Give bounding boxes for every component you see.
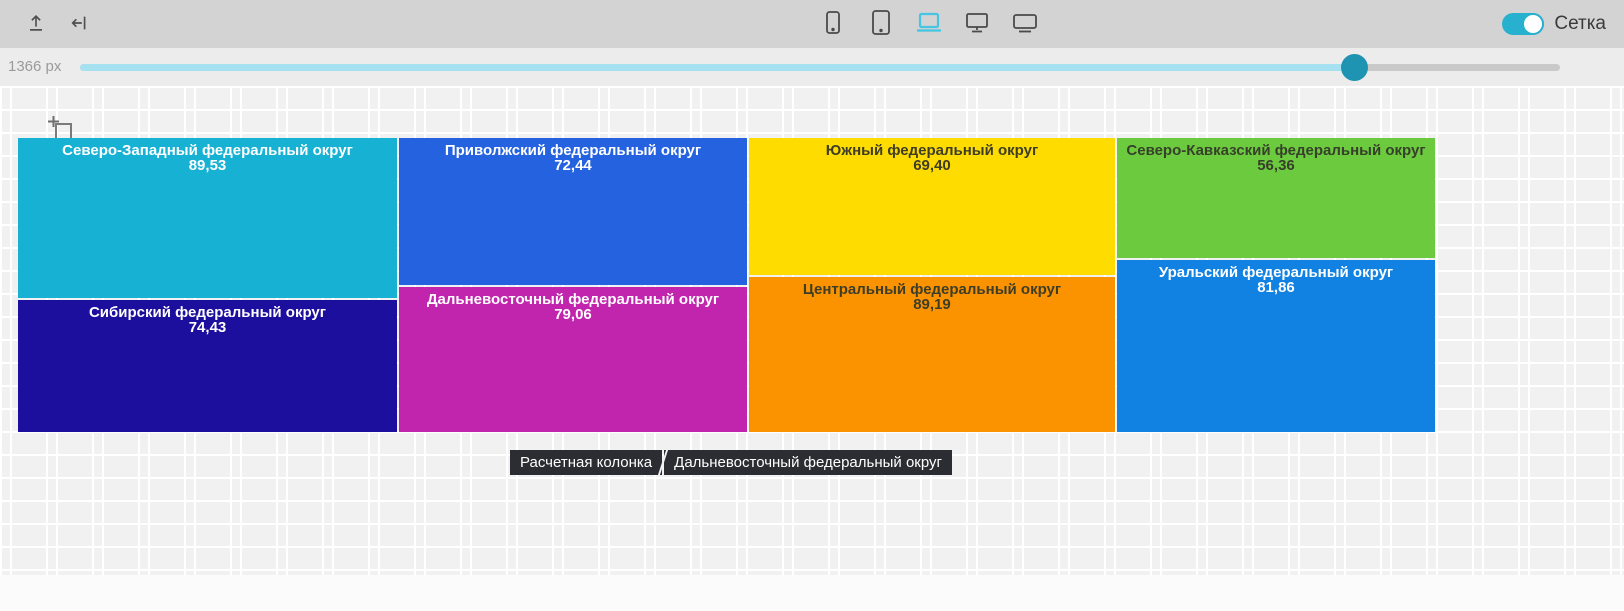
- device-widescreen-button[interactable]: [1010, 8, 1040, 40]
- widescreen-icon: [1010, 10, 1040, 39]
- treemap-block-label: Южный федеральный округ: [749, 143, 1115, 158]
- grid-toggle-knob: [1522, 13, 1544, 35]
- treemap-block-value: 81,86: [1117, 280, 1435, 295]
- laptop-icon: [914, 10, 944, 39]
- treemap-block-label: Северо-Кавказский федеральный округ: [1117, 143, 1435, 158]
- dashboard-canvas: Северо-Западный федеральный округ89,53Си…: [0, 86, 1624, 611]
- tooltip-badge: Расчетная колонка Дальневосточный федера…: [510, 450, 952, 475]
- desktop-icon: [962, 10, 992, 39]
- upload-button[interactable]: [22, 10, 50, 38]
- toolbar: Сетка: [0, 0, 1624, 48]
- treemap-block-label: Уральский федеральный округ: [1117, 265, 1435, 280]
- treemap-block-value: 69,40: [749, 158, 1115, 173]
- canvas-bottom-strip: [0, 575, 1624, 611]
- treemap-block[interactable]: Приволжский федеральный округ72,44: [399, 138, 747, 285]
- treemap-block-value: 74,43: [18, 320, 397, 335]
- treemap-block-label: Северо-Западный федеральный округ: [18, 143, 397, 158]
- treemap-block-label: Центральный федеральный округ: [749, 282, 1115, 297]
- treemap-block[interactable]: Северо-Кавказский федеральный округ56,36: [1117, 138, 1435, 258]
- treemap-block-value: 72,44: [399, 158, 747, 173]
- treemap-block-label: Сибирский федеральный округ: [18, 305, 397, 320]
- tablet-icon: [869, 9, 893, 40]
- treemap-block-value: 89,19: [749, 297, 1115, 312]
- treemap: Северо-Западный федеральный округ89,53Си…: [0, 86, 1624, 575]
- tooltip-value-label: Дальневосточный федеральный округ: [664, 450, 952, 475]
- width-value-label: 1366 px: [8, 58, 61, 75]
- upload-icon: [25, 12, 47, 37]
- phone-icon: [822, 9, 844, 40]
- width-slider-handle[interactable]: [1341, 54, 1368, 81]
- tooltip-field-label: Расчетная колонка: [510, 450, 662, 475]
- collapse-left-icon: [69, 12, 91, 37]
- device-laptop-button[interactable]: [914, 8, 944, 40]
- device-tablet-button[interactable]: [866, 8, 896, 40]
- width-slider-row: 1366 px: [0, 48, 1624, 86]
- toolbar-right-group: Сетка: [1502, 0, 1606, 48]
- treemap-block[interactable]: Уральский федеральный округ81,86: [1117, 260, 1435, 432]
- treemap-block[interactable]: Южный федеральный округ69,40: [749, 138, 1115, 275]
- treemap-block-value: 56,36: [1117, 158, 1435, 173]
- treemap-block[interactable]: Дальневосточный федеральный округ79,06: [399, 287, 747, 432]
- treemap-block-value: 89,53: [18, 158, 397, 173]
- grid-toggle[interactable]: [1502, 13, 1544, 35]
- treemap-block[interactable]: Сибирский федеральный округ74,43: [18, 300, 397, 432]
- device-phone-button[interactable]: [818, 8, 848, 40]
- treemap-block[interactable]: Центральный федеральный округ89,19: [749, 277, 1115, 432]
- toolbar-left-group: [22, 0, 94, 48]
- collapse-left-button[interactable]: [66, 10, 94, 38]
- treemap-block-label: Дальневосточный федеральный округ: [399, 292, 747, 307]
- treemap-block-value: 79,06: [399, 307, 747, 322]
- device-preview-group: [818, 0, 1040, 48]
- width-slider-fill: [80, 64, 1354, 71]
- width-slider-track[interactable]: [80, 64, 1560, 71]
- treemap-block[interactable]: Северо-Западный федеральный округ89,53: [18, 138, 397, 298]
- device-desktop-button[interactable]: [962, 8, 992, 40]
- treemap-block-label: Приволжский федеральный округ: [399, 143, 747, 158]
- grid-toggle-label: Сетка: [1554, 13, 1606, 35]
